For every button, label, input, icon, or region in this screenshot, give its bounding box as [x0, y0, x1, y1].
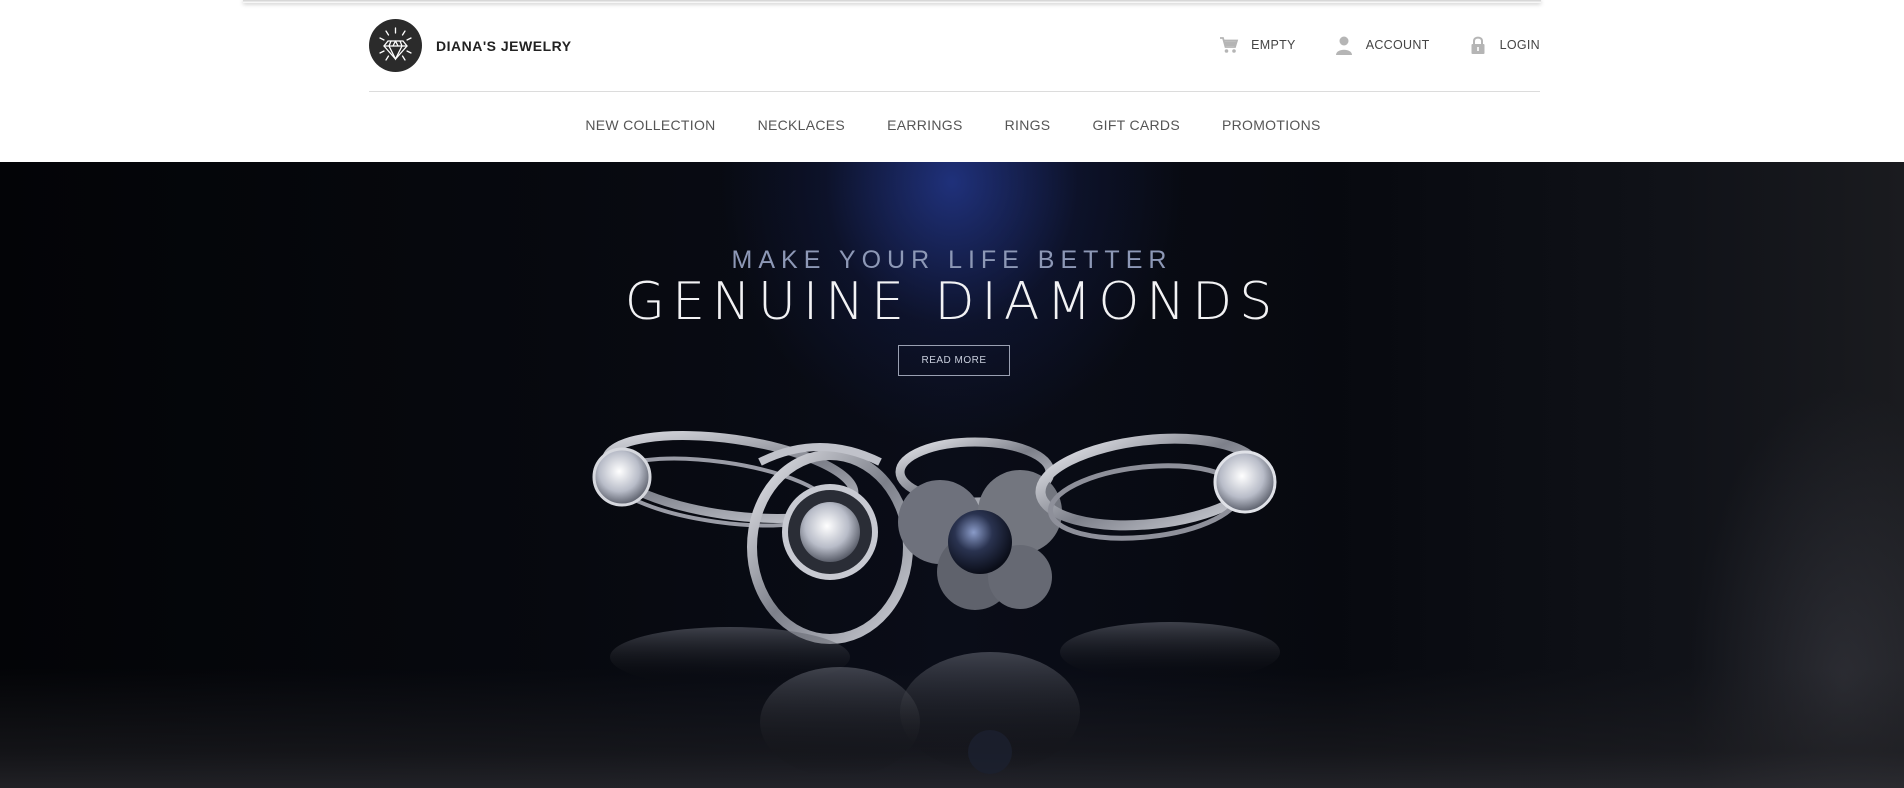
ring-solitaire-right: [1035, 433, 1277, 541]
hero-banner: MAKE YOUR LIFE BETTER GENUINE DIAMONDS R…: [0, 162, 1904, 788]
cart-link[interactable]: EMPTY: [1219, 35, 1296, 55]
ring-round-center: [747, 443, 913, 644]
nav-item-new-collection[interactable]: NEW COLLECTION: [585, 117, 715, 133]
top-shadow-bar: [243, 0, 1541, 3]
cart-label: EMPTY: [1251, 38, 1296, 52]
ring-pearl-flower: [895, 437, 1062, 610]
nav-item-rings[interactable]: RINGS: [1005, 117, 1051, 133]
lock-icon: [1468, 35, 1488, 55]
utility-nav: EMPTY ACCOUNT LOGIN: [1219, 35, 1540, 55]
login-link[interactable]: LOGIN: [1468, 35, 1540, 55]
site-header: DIANA'S JEWELRY EMPTY ACCOUNT LOGIN NEW …: [0, 0, 1904, 162]
user-icon: [1334, 35, 1354, 55]
brand[interactable]: DIANA'S JEWELRY: [369, 19, 572, 72]
account-label: ACCOUNT: [1365, 38, 1430, 52]
read-more-button[interactable]: READ MORE: [898, 345, 1010, 376]
diamond-icon: [369, 19, 422, 72]
brand-name: DIANA'S JEWELRY: [436, 37, 572, 54]
account-link[interactable]: ACCOUNT: [1334, 35, 1430, 55]
rings-reflection: [610, 622, 1280, 777]
hero-subtitle: MAKE YOUR LIFE BETTER: [731, 246, 1173, 274]
cart-icon: [1219, 35, 1239, 55]
nav-item-necklaces[interactable]: NECKLACES: [758, 117, 846, 133]
nav-item-promotions[interactable]: PROMOTIONS: [1222, 117, 1321, 133]
nav-item-earrings[interactable]: EARRINGS: [887, 117, 963, 133]
header-divider: [369, 91, 1540, 92]
login-label: LOGIN: [1499, 38, 1540, 52]
main-nav: NEW COLLECTION NECKLACES EARRINGS RINGS …: [0, 117, 1904, 133]
nav-item-gift-cards[interactable]: GIFT CARDS: [1092, 117, 1180, 133]
rings-image: [592, 431, 1280, 777]
hero-title: GENUINE DIAMONDS: [624, 272, 1280, 332]
